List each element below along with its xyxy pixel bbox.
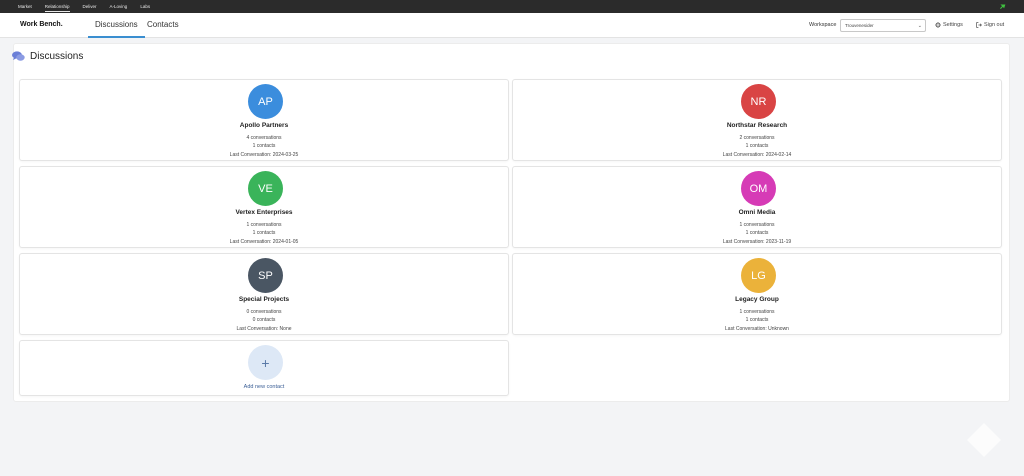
add-contact-card[interactable]: + Add new contact [19, 340, 509, 396]
workspace-select-value: Trouvenesider [845, 23, 874, 28]
contact-count: 1 contacts [745, 230, 769, 236]
contact-count: 1 contacts [745, 143, 769, 149]
contact-card-apollo-partners[interactable]: AP Apollo Partners 4 conversations 1 con… [19, 79, 509, 161]
tab-discussions[interactable]: Discussions [88, 20, 145, 38]
sign-out-link[interactable]: Sign out [976, 22, 1004, 28]
page-title: Discussions [12, 51, 83, 62]
settings-label: Settings [943, 22, 963, 28]
app-header: Work Bench. Discussions Contacts Workspa… [0, 13, 1024, 38]
contact-count: 1 contacts [745, 317, 769, 323]
workspace-label: Workspace [809, 22, 837, 28]
contact-card-legacy-group[interactable]: LG Legacy Group 1 conversations 1 contac… [512, 253, 1002, 335]
contact-count: 1 contacts [252, 143, 276, 149]
avatar: NR [741, 84, 776, 119]
plus-icon[interactable]: + [248, 345, 283, 380]
last-conversation: Last Conversation: 2023-11-19 [722, 239, 792, 245]
gear-icon [935, 22, 941, 28]
sign-out-icon [976, 22, 982, 28]
last-conversation: Last Conversation: Unknown [725, 326, 789, 332]
contact-name: Northstar Research [726, 122, 788, 129]
chevron-down-icon: ⌄ [917, 23, 922, 29]
avatar: LG [741, 258, 776, 293]
contact-name: Omni Media [738, 209, 776, 216]
corner-decoration [967, 423, 1001, 457]
conversation-count: 4 conversations [246, 135, 282, 141]
contact-name: Apollo Partners [239, 122, 289, 129]
top-nav-relationship[interactable]: Relationship [44, 0, 70, 13]
tab-contacts[interactable]: Contacts [147, 20, 179, 38]
avatar: SP [248, 258, 283, 293]
conversation-count: 1 conversations [739, 309, 775, 315]
avatar: AP [248, 84, 283, 119]
top-nav-a-loving[interactable]: A-Loving [110, 0, 128, 13]
conversation-count: 1 conversations [739, 222, 775, 228]
contact-name: Legacy Group [735, 296, 779, 303]
pin-icon[interactable] [999, 3, 1006, 10]
conversation-count: 0 conversations [246, 309, 282, 315]
contact-card-northstar-research[interactable]: NR Northstar Research 2 conversations 1 … [512, 79, 1002, 161]
contact-card-omni-media[interactable]: OM Omni Media 1 conversations 1 contacts… [512, 166, 1002, 248]
contact-name: Vertex Enterprises [235, 209, 293, 216]
last-conversation: Last Conversation: 2024-01-05 [229, 239, 299, 245]
page-title-text: Discussions [30, 51, 84, 62]
top-nav-deliver[interactable]: Deliver [83, 0, 97, 13]
conversation-count: 1 conversations [246, 222, 282, 228]
settings-link[interactable]: Settings [935, 22, 963, 28]
avatar: VE [248, 171, 283, 206]
chat-bubbles-icon [12, 51, 25, 61]
last-conversation: Last Conversation: 2024-03-25 [229, 152, 299, 158]
top-nav-market[interactable]: Market [18, 0, 32, 13]
brand-logo[interactable]: Work Bench. [20, 21, 63, 28]
top-nav-bar: Market Relationship Deliver A-Loving Lab… [0, 0, 1024, 13]
sign-out-label: Sign out [984, 22, 1005, 28]
contact-card-special-projects[interactable]: SP Special Projects 0 conversations 0 co… [19, 253, 509, 335]
last-conversation: Last Conversation: None [236, 326, 292, 332]
contact-card-vertex-enterprises[interactable]: VE Vertex Enterprises 1 conversations 1 … [19, 166, 509, 248]
last-conversation: Last Conversation: 2024-02-14 [722, 152, 792, 158]
add-contact-label[interactable]: Add new contact [20, 384, 508, 390]
contact-count: 0 contacts [252, 317, 276, 323]
contact-count: 1 contacts [252, 230, 276, 236]
contact-name: Special Projects [238, 296, 290, 303]
avatar: OM [741, 171, 776, 206]
conversation-count: 2 conversations [739, 135, 775, 141]
top-nav-labs[interactable]: Labs [140, 0, 150, 13]
workspace-select[interactable]: Trouvenesider ⌄ [840, 19, 926, 32]
